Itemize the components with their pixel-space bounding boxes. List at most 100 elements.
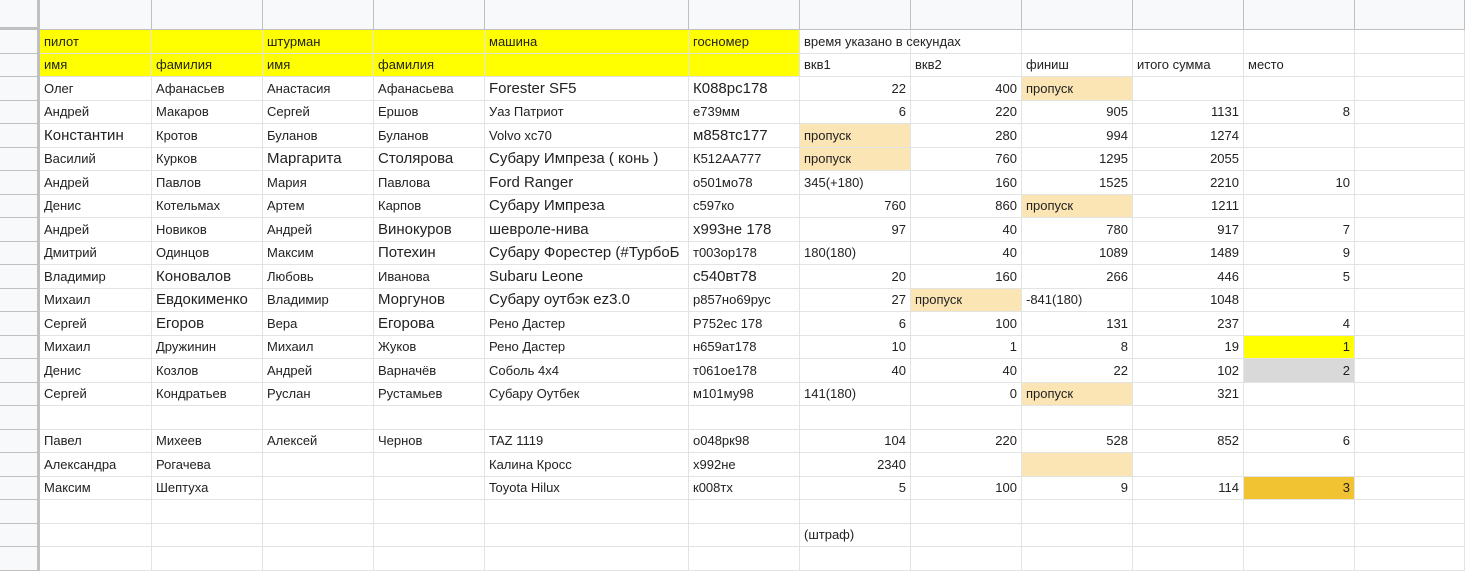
cell-k11[interactable]: 5	[1244, 265, 1355, 289]
row-header-20[interactable]	[0, 476, 40, 500]
cell-a13[interactable]: Сергей	[40, 312, 152, 336]
cell-f13[interactable]: Р752ес 178	[689, 312, 800, 336]
cell-f11[interactable]: с540вт78	[689, 265, 800, 289]
cell-c5[interactable]: Буланов	[263, 124, 374, 148]
cell-c6[interactable]: Маргарита	[263, 147, 374, 171]
cell-d2[interactable]: фамилия	[374, 53, 485, 77]
cell-l6[interactable]	[1355, 147, 1465, 171]
cell-d17[interactable]	[374, 406, 485, 430]
cell-i4[interactable]: 905	[1022, 100, 1133, 124]
cell-d22[interactable]	[374, 523, 485, 547]
cell-i13[interactable]: 131	[1022, 312, 1133, 336]
cell-l16[interactable]	[1355, 382, 1465, 406]
cell-f15[interactable]: т061ое178	[689, 359, 800, 383]
cell-k21[interactable]	[1244, 500, 1355, 524]
cell-c21[interactable]	[263, 500, 374, 524]
row-header-5[interactable]	[0, 124, 40, 148]
cell-b9[interactable]: Новиков	[152, 218, 263, 242]
cell-e22[interactable]	[485, 523, 689, 547]
cell-j18[interactable]: 852	[1133, 429, 1244, 453]
cell-k23[interactable]	[1244, 547, 1355, 571]
cell-a3[interactable]: Олег	[40, 77, 152, 101]
cell-f10[interactable]: т003ор178	[689, 241, 800, 265]
cell-h18[interactable]: 220	[911, 429, 1022, 453]
cell-l23[interactable]	[1355, 547, 1465, 571]
cell-b2[interactable]: фамилия	[152, 53, 263, 77]
cell-f14[interactable]: н659ат178	[689, 335, 800, 359]
cell-j14[interactable]: 19	[1133, 335, 1244, 359]
cell-i3[interactable]: пропуск	[1022, 77, 1133, 101]
cell-l9[interactable]	[1355, 218, 1465, 242]
cell-d19[interactable]	[374, 453, 485, 477]
cell-l2[interactable]	[1355, 53, 1465, 77]
cell-g1[interactable]: время указано в секундах	[800, 30, 961, 54]
row-header-15[interactable]	[0, 359, 40, 383]
cell-j20[interactable]: 114	[1133, 476, 1244, 500]
row-header-3[interactable]	[0, 77, 40, 101]
row-header-18[interactable]	[0, 429, 40, 453]
cell-a19[interactable]: Александра	[40, 453, 152, 477]
cell-d14[interactable]: Жуков	[374, 335, 485, 359]
cell-e13[interactable]: Рено Дастер	[485, 312, 689, 336]
cell-k16[interactable]	[1244, 382, 1355, 406]
cell-b3[interactable]: Афанасьев	[152, 77, 263, 101]
cell-j21[interactable]	[1133, 500, 1244, 524]
cell-g3[interactable]: 22	[800, 77, 911, 101]
row-header-6[interactable]	[0, 147, 40, 171]
cell-d10[interactable]: Потехин	[374, 241, 485, 265]
cell-k9[interactable]: 7	[1244, 218, 1355, 242]
cell-k2[interactable]: место	[1244, 53, 1355, 77]
cell-k4[interactable]: 8	[1244, 100, 1355, 124]
cell-a2[interactable]: имя	[40, 53, 152, 77]
cell-i20[interactable]: 9	[1022, 476, 1133, 500]
cell-j19[interactable]	[1133, 453, 1244, 477]
cell-g8[interactable]: 760	[800, 194, 911, 218]
row-header-23[interactable]	[0, 547, 40, 571]
cell-l22[interactable]	[1355, 523, 1465, 547]
cell-c13[interactable]: Вера	[263, 312, 374, 336]
cell-g13[interactable]: 6	[800, 312, 911, 336]
cell-g15[interactable]: 40	[800, 359, 911, 383]
cell-j17[interactable]	[1133, 406, 1244, 430]
cell-j2[interactable]: итого сумма	[1133, 53, 1244, 77]
cell-c16[interactable]: Руслан	[263, 382, 374, 406]
cell-c20[interactable]	[263, 476, 374, 500]
cell-j16[interactable]: 321	[1133, 382, 1244, 406]
cell-b10[interactable]: Одинцов	[152, 241, 263, 265]
cell-h20[interactable]: 100	[911, 476, 1022, 500]
cell-c19[interactable]	[263, 453, 374, 477]
cell-i9[interactable]: 780	[1022, 218, 1133, 242]
cell-k1[interactable]	[1244, 30, 1355, 54]
cell-i8[interactable]: пропуск	[1022, 194, 1133, 218]
cell-f18[interactable]: о048рк98	[689, 429, 800, 453]
cell-l5[interactable]	[1355, 124, 1465, 148]
cell-a22[interactable]	[40, 523, 152, 547]
cell-e14[interactable]: Рено Дастер	[485, 335, 689, 359]
cell-b12[interactable]: Евдокименко	[152, 288, 263, 312]
cell-a17[interactable]	[40, 406, 152, 430]
row-header-13[interactable]	[0, 312, 40, 336]
cell-j15[interactable]: 102	[1133, 359, 1244, 383]
cell-k3[interactable]	[1244, 77, 1355, 101]
cell-c7[interactable]: Мария	[263, 171, 374, 195]
cell-l15[interactable]	[1355, 359, 1465, 383]
cell-i6[interactable]: 1295	[1022, 147, 1133, 171]
cell-d3[interactable]: Афанасьева	[374, 77, 485, 101]
cell-d12[interactable]: Моргунов	[374, 288, 485, 312]
cell-c9[interactable]: Андрей	[263, 218, 374, 242]
cell-i5[interactable]: 994	[1022, 124, 1133, 148]
cell-e23[interactable]	[485, 547, 689, 571]
cell-i12[interactable]: -841(180)	[1022, 288, 1133, 312]
cell-c8[interactable]: Артем	[263, 194, 374, 218]
cell-h3[interactable]: 400	[911, 77, 1022, 101]
cell-c23[interactable]	[263, 547, 374, 571]
cell-k12[interactable]	[1244, 288, 1355, 312]
cell-a9[interactable]: Андрей	[40, 218, 152, 242]
cell-b22[interactable]	[152, 523, 263, 547]
cell-i22[interactable]	[1022, 523, 1133, 547]
cell-c22[interactable]	[263, 523, 374, 547]
cell-f16[interactable]: м101му98	[689, 382, 800, 406]
cell-a7[interactable]: Андрей	[40, 171, 152, 195]
cell-e18[interactable]: TAZ 1119	[485, 429, 689, 453]
cell-d4[interactable]: Ершов	[374, 100, 485, 124]
